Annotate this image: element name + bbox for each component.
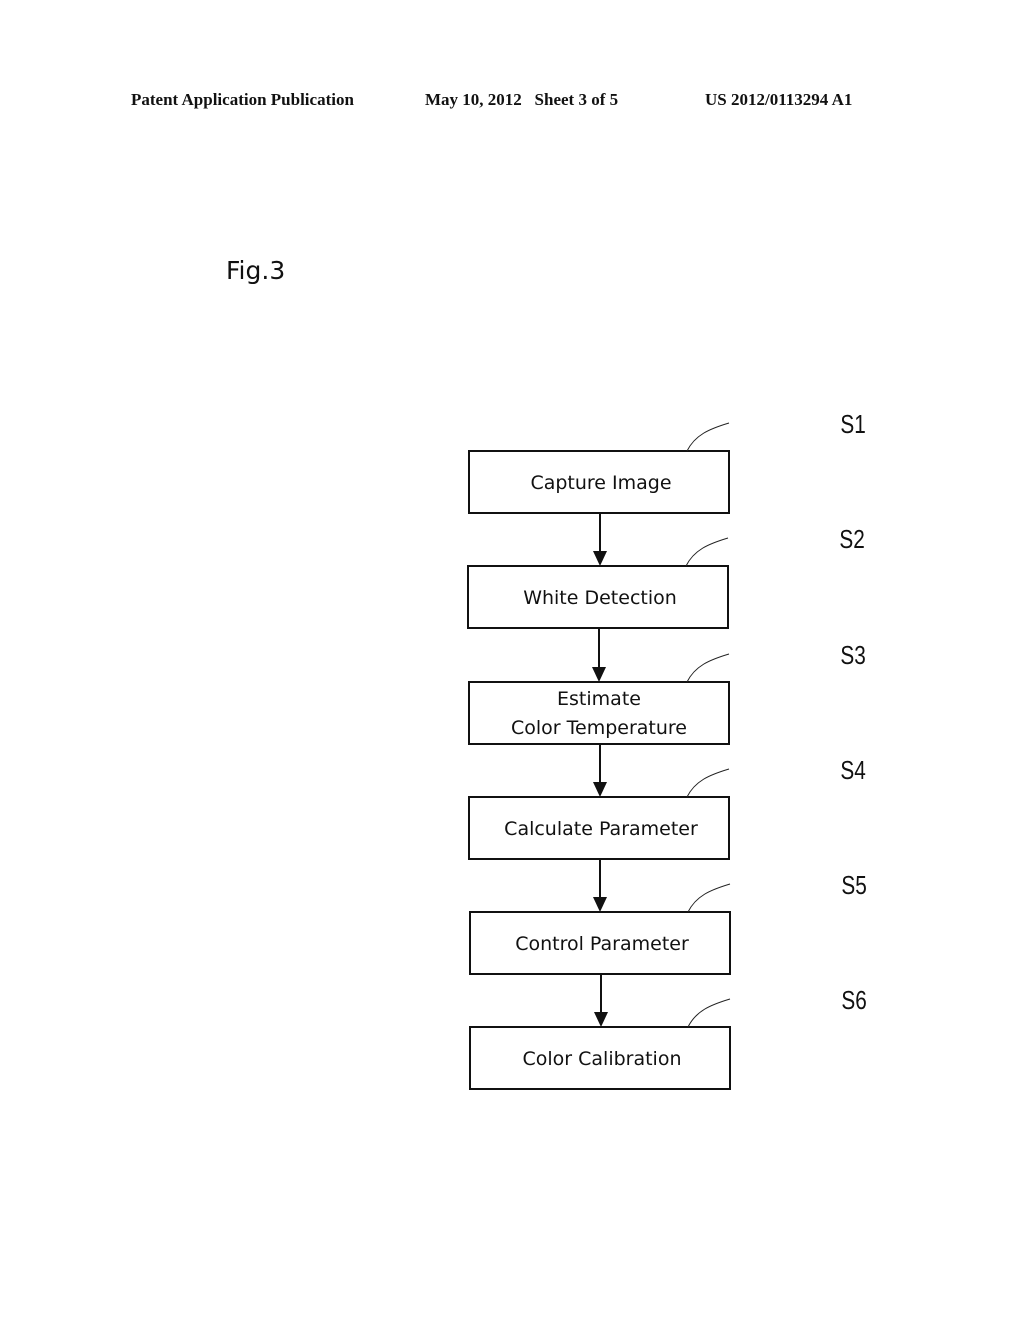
step-text-s3-line-1: Estimate <box>557 688 641 710</box>
step-text-s3-line-2: Color Temperature <box>511 717 687 739</box>
step-text-s1: Capture Image <box>530 472 671 494</box>
leader-line-s6 <box>687 998 731 1028</box>
step-text-s4: Calculate Parameter <box>504 818 698 840</box>
arrow-head-s5 <box>594 1012 608 1027</box>
leader-line-s4 <box>686 768 730 798</box>
leader-line-s1 <box>686 422 730 452</box>
leader-line-s3 <box>686 653 730 683</box>
step-label-s2: S2 <box>839 525 864 554</box>
step-text-s5: Control Parameter <box>515 933 689 955</box>
arrow-head-s3 <box>593 782 607 797</box>
step-label-s6: S6 <box>841 986 866 1015</box>
step-label-s4: S4 <box>840 756 865 785</box>
leader-line-s2 <box>685 537 729 567</box>
step-label-s3: S3 <box>840 641 865 670</box>
arrow-head-s1 <box>593 551 607 566</box>
step-label-s1: S1 <box>840 410 865 439</box>
arrow-head-s4 <box>593 897 607 912</box>
step-text-s2: White Detection <box>523 587 677 609</box>
arrow-head-s2 <box>592 667 606 682</box>
leader-line-s5 <box>687 883 731 913</box>
flowchart: Capture Image S1 White Detection S2 Estimate… <box>467 410 867 1090</box>
step-text-s6: Color Calibration <box>522 1048 681 1070</box>
step-label-s5: S5 <box>841 871 866 900</box>
